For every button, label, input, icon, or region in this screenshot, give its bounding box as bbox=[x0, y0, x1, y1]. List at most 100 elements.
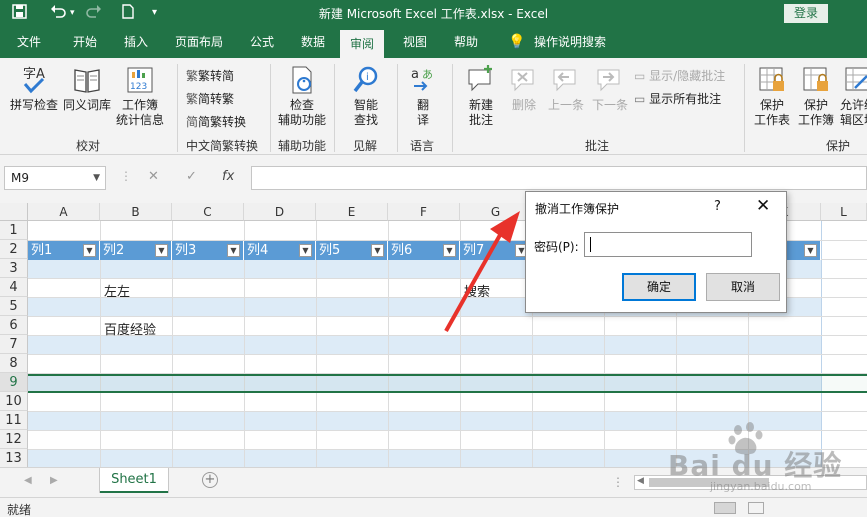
select-all-corner[interactable] bbox=[0, 203, 28, 221]
more-icon[interactable]: ⋮ bbox=[612, 475, 624, 489]
workbook-stats-button[interactable]: 123 工作簿 统计信息 bbox=[114, 64, 166, 128]
row-header[interactable]: 11 bbox=[0, 411, 28, 430]
tab-view[interactable]: 视图 bbox=[401, 27, 429, 58]
column-header[interactable]: L bbox=[821, 203, 867, 221]
next-comment-button[interactable]: 下一条 bbox=[588, 64, 632, 113]
row-header[interactable]: 7 bbox=[0, 335, 28, 354]
page-layout-view-icon[interactable] bbox=[748, 502, 764, 514]
ribbon: 字A 拼写检查 同义词库 123 工作簿 统计信息 校对 繁繁转简 繁简转繁 简… bbox=[0, 58, 867, 155]
row-header[interactable]: 6 bbox=[0, 316, 28, 335]
help-icon[interactable]: ? bbox=[714, 199, 721, 214]
ok-button[interactable]: 确定 bbox=[622, 273, 696, 301]
t2s-icon: 繁 bbox=[186, 69, 199, 83]
previous-comment-button[interactable]: 上一条 bbox=[544, 64, 588, 113]
row-header[interactable]: 1 bbox=[0, 221, 28, 240]
delete-comment-button[interactable]: 删除 bbox=[504, 64, 544, 113]
chevron-down-icon[interactable]: ▼ bbox=[93, 167, 100, 189]
column-header[interactable]: E bbox=[316, 203, 388, 221]
table-header-label: 列1 bbox=[31, 243, 53, 258]
column-header[interactable]: C bbox=[172, 203, 244, 221]
tab-file[interactable]: 文件 bbox=[15, 27, 43, 58]
spell-check-button[interactable]: 字A 拼写检查 bbox=[8, 64, 60, 113]
insert-function-icon[interactable]: fx bbox=[222, 169, 234, 184]
tell-me-search[interactable]: 操作说明搜索 bbox=[532, 27, 608, 58]
smart-lookup-label-1: 智能 bbox=[353, 98, 378, 112]
table-header-cell[interactable]: 列4 ▼ bbox=[244, 241, 316, 260]
allow-edit-ranges-icon bbox=[845, 67, 867, 91]
tab-formulas[interactable]: 公式 bbox=[248, 27, 276, 58]
sheet-tab-sheet1[interactable]: Sheet1 bbox=[100, 468, 168, 493]
smart-lookup-button[interactable]: i 智能 查找 bbox=[340, 64, 392, 128]
svg-text:i: i bbox=[366, 72, 369, 83]
column-header[interactable]: D bbox=[244, 203, 316, 221]
filter-dropdown-icon[interactable]: ▼ bbox=[227, 244, 240, 257]
tab-page-layout[interactable]: 页面布局 bbox=[173, 27, 225, 58]
normal-view-icon[interactable] bbox=[714, 502, 736, 514]
tab-help[interactable]: 帮助 bbox=[452, 27, 480, 58]
login-button[interactable]: 登录 bbox=[784, 4, 828, 23]
tab-review[interactable]: 审阅 bbox=[340, 30, 385, 58]
row-header[interactable]: 3 bbox=[0, 259, 28, 278]
row-header[interactable]: 8 bbox=[0, 354, 28, 373]
table-header-label: 列2 bbox=[103, 243, 125, 258]
protect-sheet-button[interactable]: 保护 工作表 bbox=[750, 64, 794, 128]
row-header[interactable]: 5 bbox=[0, 297, 28, 316]
chinese-convert-button[interactable]: 简简繁转换 bbox=[186, 113, 246, 130]
cancel-icon[interactable]: ✕ bbox=[148, 169, 159, 184]
row-header[interactable]: 10 bbox=[0, 392, 28, 411]
tab-data[interactable]: 数据 bbox=[299, 27, 327, 58]
row-header[interactable]: 12 bbox=[0, 430, 28, 449]
close-icon[interactable]: ✕ bbox=[756, 196, 770, 216]
traditional-to-simplified-button[interactable]: 繁繁转简 bbox=[186, 67, 234, 84]
table-header-cell[interactable]: 列1 ▼ bbox=[28, 241, 100, 260]
table-header-label: 列5 bbox=[319, 243, 341, 258]
column-header[interactable]: A bbox=[28, 203, 100, 221]
cancel-button[interactable]: 取消 bbox=[706, 273, 780, 301]
password-input[interactable] bbox=[584, 232, 752, 257]
tab-home[interactable]: 开始 bbox=[71, 27, 99, 58]
translate-button[interactable]: aあ 翻 译 bbox=[402, 64, 444, 128]
show-all-comments-button[interactable]: ▭ 显示所有批注 bbox=[634, 90, 721, 107]
row-header[interactable]: 13 bbox=[0, 449, 28, 467]
show-hide-comment-button[interactable]: ▭ 显示/隐藏批注 bbox=[634, 67, 725, 84]
add-sheet-icon[interactable]: + bbox=[202, 472, 218, 488]
filter-dropdown-icon[interactable]: ▼ bbox=[155, 244, 168, 257]
convert-label: 简繁转换 bbox=[198, 115, 247, 129]
ribbon-separator bbox=[452, 64, 453, 152]
confirm-icon[interactable]: ✓ bbox=[186, 169, 197, 184]
workbook-stats-icon: 123 bbox=[127, 67, 153, 93]
formula-input[interactable] bbox=[251, 166, 867, 190]
filter-dropdown-icon[interactable]: ▼ bbox=[371, 244, 384, 257]
show-all-comments-label: 显示所有批注 bbox=[649, 92, 722, 106]
allow-edit-ranges-button[interactable]: 允许编 辑区域 bbox=[836, 64, 867, 128]
simplified-to-traditional-button[interactable]: 繁简转繁 bbox=[186, 90, 234, 107]
tab-insert[interactable]: 插入 bbox=[122, 27, 150, 58]
row-header[interactable]: 2 bbox=[0, 240, 28, 259]
column-header[interactable]: B bbox=[100, 203, 172, 221]
protect-sheet-label-2: 工作表 bbox=[753, 113, 790, 127]
more-icon[interactable]: ⋮ bbox=[120, 169, 132, 183]
row-header[interactable]: 4 bbox=[0, 278, 28, 297]
previous-comment-label: 上一条 bbox=[547, 98, 584, 112]
accessibility-icon bbox=[292, 66, 312, 94]
scroll-right-icon[interactable]: ▶ bbox=[50, 475, 58, 486]
new-comment-button[interactable]: 新建 批注 bbox=[458, 64, 504, 128]
protect-workbook-button[interactable]: 保护 工作簿 bbox=[794, 64, 838, 128]
scroll-left-icon[interactable]: ◀ bbox=[24, 475, 32, 486]
cell-b4[interactable]: 左左 bbox=[104, 281, 130, 300]
filter-dropdown-icon[interactable]: ▼ bbox=[83, 244, 96, 257]
name-box[interactable]: M9 ▼ bbox=[4, 166, 106, 190]
thesaurus-button[interactable]: 同义词库 bbox=[61, 64, 113, 113]
ribbon-separator bbox=[744, 64, 745, 152]
scroll-left-arrow-icon[interactable]: ◀ bbox=[637, 476, 644, 486]
table-header-cell[interactable]: 列2 ▼ bbox=[100, 241, 172, 260]
allow-edit-ranges-label-1: 允许编 bbox=[839, 98, 867, 112]
ribbon-separator bbox=[397, 64, 398, 152]
cell-b6[interactable]: 百度经验 bbox=[104, 319, 156, 338]
table-header-cell[interactable]: 列3 ▼ bbox=[172, 241, 244, 260]
filter-dropdown-icon[interactable]: ▼ bbox=[299, 244, 312, 257]
check-accessibility-button[interactable]: 检查 辅助功能 bbox=[276, 64, 328, 128]
filter-dropdown-icon[interactable]: ▼ bbox=[804, 244, 817, 257]
table-header-cell[interactable]: 列5 ▼ bbox=[316, 241, 388, 260]
row-header[interactable]: 9 bbox=[0, 373, 28, 392]
